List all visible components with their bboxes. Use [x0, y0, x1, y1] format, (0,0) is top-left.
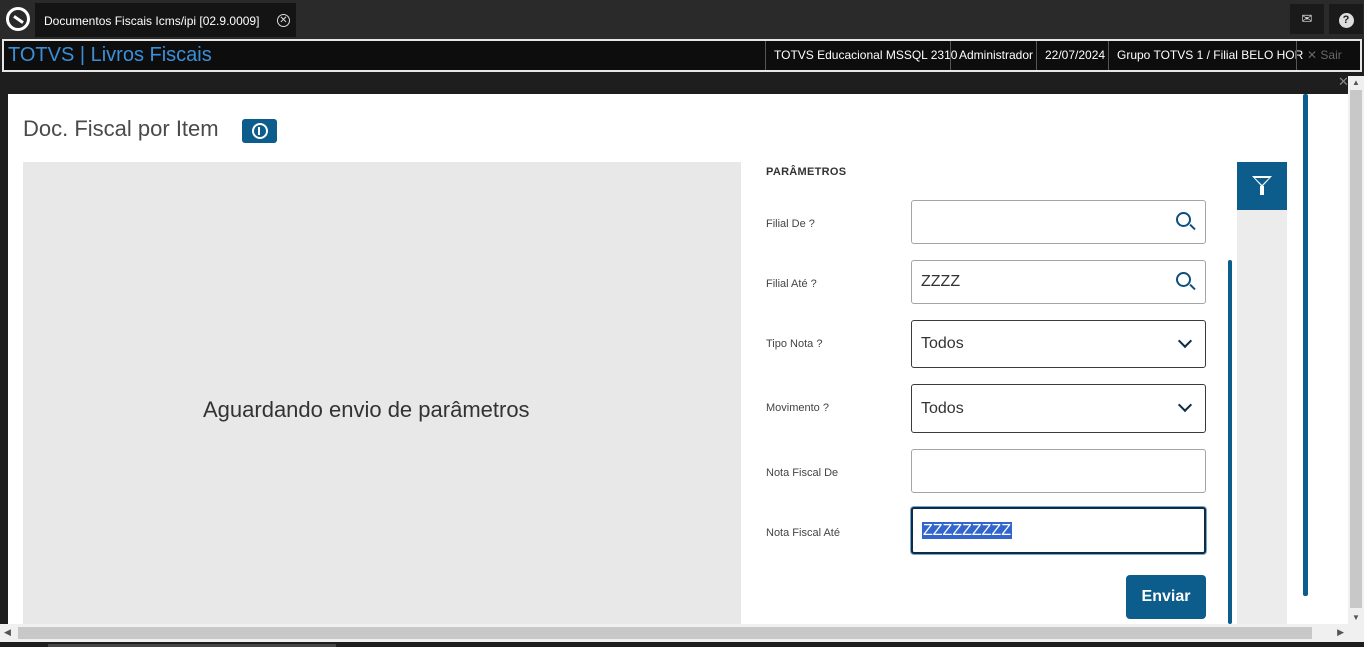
tipo-nota-select[interactable]: Todos [911, 320, 1206, 368]
chevron-down-icon [1177, 333, 1193, 349]
bottom-strip [0, 642, 1364, 647]
main-content: Doc. Fiscal por Item Aguardando envio de… [8, 94, 1348, 624]
tipo-nota-label: Tipo Nota ? [766, 338, 823, 350]
horizontal-scroll-thumb[interactable] [18, 627, 1312, 639]
content-scrollbar[interactable] [1303, 94, 1308, 596]
user-label: Administrador [950, 41, 1041, 70]
chevron-down-icon [1177, 397, 1193, 413]
filter-sidebar [1237, 162, 1287, 624]
help-button[interactable]: ? [1329, 4, 1363, 34]
preview-message: Aguardando envio de parâmetros [203, 397, 530, 422]
movimento-select[interactable]: Todos [911, 384, 1206, 433]
tipo-nota-value: Todos [921, 335, 964, 352]
app-header: TOTVS | Livros Fiscais TOTVS Educacional… [2, 39, 1362, 72]
scroll-left-icon[interactable]: ◀ [4, 627, 11, 638]
help-icon: ? [1338, 13, 1354, 28]
filial-ate-value: ZZZZ [921, 273, 961, 290]
nota-fiscal-de-input[interactable] [911, 449, 1206, 493]
scroll-right-icon[interactable]: ▶ [1337, 627, 1344, 638]
nota-fiscal-ate-label: Nota Fiscal Até [766, 527, 840, 539]
params-section-title: PARÂMETROS [766, 166, 847, 178]
close-tab-icon[interactable]: ✕ [277, 14, 290, 27]
scroll-up-icon[interactable]: ▲ [1352, 78, 1360, 87]
scroll-down-icon[interactable]: ▼ [1352, 613, 1360, 622]
vertical-scrollbar[interactable]: ▲ ▼ [1348, 76, 1364, 624]
info-button[interactable] [242, 119, 277, 143]
movimento-value: Todos [921, 400, 964, 417]
filial-de-input[interactable] [911, 200, 1206, 244]
date-label: 22/07/2024 [1036, 41, 1113, 70]
nota-fiscal-ate-input[interactable]: ZZZZZZZZZ [911, 507, 1206, 554]
nota-fiscal-ate-value: ZZZZZZZZZ [922, 522, 1012, 539]
filter-button[interactable] [1237, 162, 1287, 210]
environment-label: TOTVS Educacional MSSQL 2310 [765, 41, 965, 70]
page-title: Doc. Fiscal por Item [23, 116, 219, 141]
nota-fiscal-de-label: Nota Fiscal De [766, 467, 839, 479]
params-scrollbar[interactable] [1228, 260, 1232, 624]
filial-ate-input[interactable]: ZZZZ [911, 260, 1206, 304]
filial-de-label: Filial De ? [766, 218, 815, 230]
scrollbar-corner [1348, 624, 1364, 642]
report-preview-panel: Aguardando envio de parâmetros [23, 162, 741, 624]
movimento-label: Movimento ? [766, 402, 829, 414]
vertical-scroll-thumb[interactable] [1350, 90, 1362, 608]
separator-strip [0, 72, 1364, 94]
filial-ate-label: Filial Até ? [766, 278, 817, 290]
search-icon[interactable] [1176, 272, 1196, 291]
exit-button[interactable]: ✕ Sair [1296, 41, 1342, 70]
horizontal-scrollbar[interactable]: ◀ ▶ [0, 624, 1348, 642]
tab-label: Documentos Fiscais Icms/ipi [02.9.0009] [44, 14, 260, 28]
submit-button[interactable]: Enviar [1126, 575, 1206, 619]
branch-label: Grupo TOTVS 1 / Filial BELO HOR [1108, 41, 1311, 70]
app-title: TOTVS | Livros Fiscais [8, 44, 212, 66]
info-icon [252, 123, 268, 139]
mail-icon[interactable]: ✉ [1290, 4, 1324, 34]
window-topbar: Documentos Fiscais Icms/ipi [02.9.0009] … [0, 0, 1364, 39]
totvs-logo-icon[interactable] [6, 7, 30, 31]
tab-documentos-fiscais[interactable]: Documentos Fiscais Icms/ipi [02.9.0009] … [35, 3, 296, 37]
search-icon[interactable] [1176, 212, 1196, 231]
